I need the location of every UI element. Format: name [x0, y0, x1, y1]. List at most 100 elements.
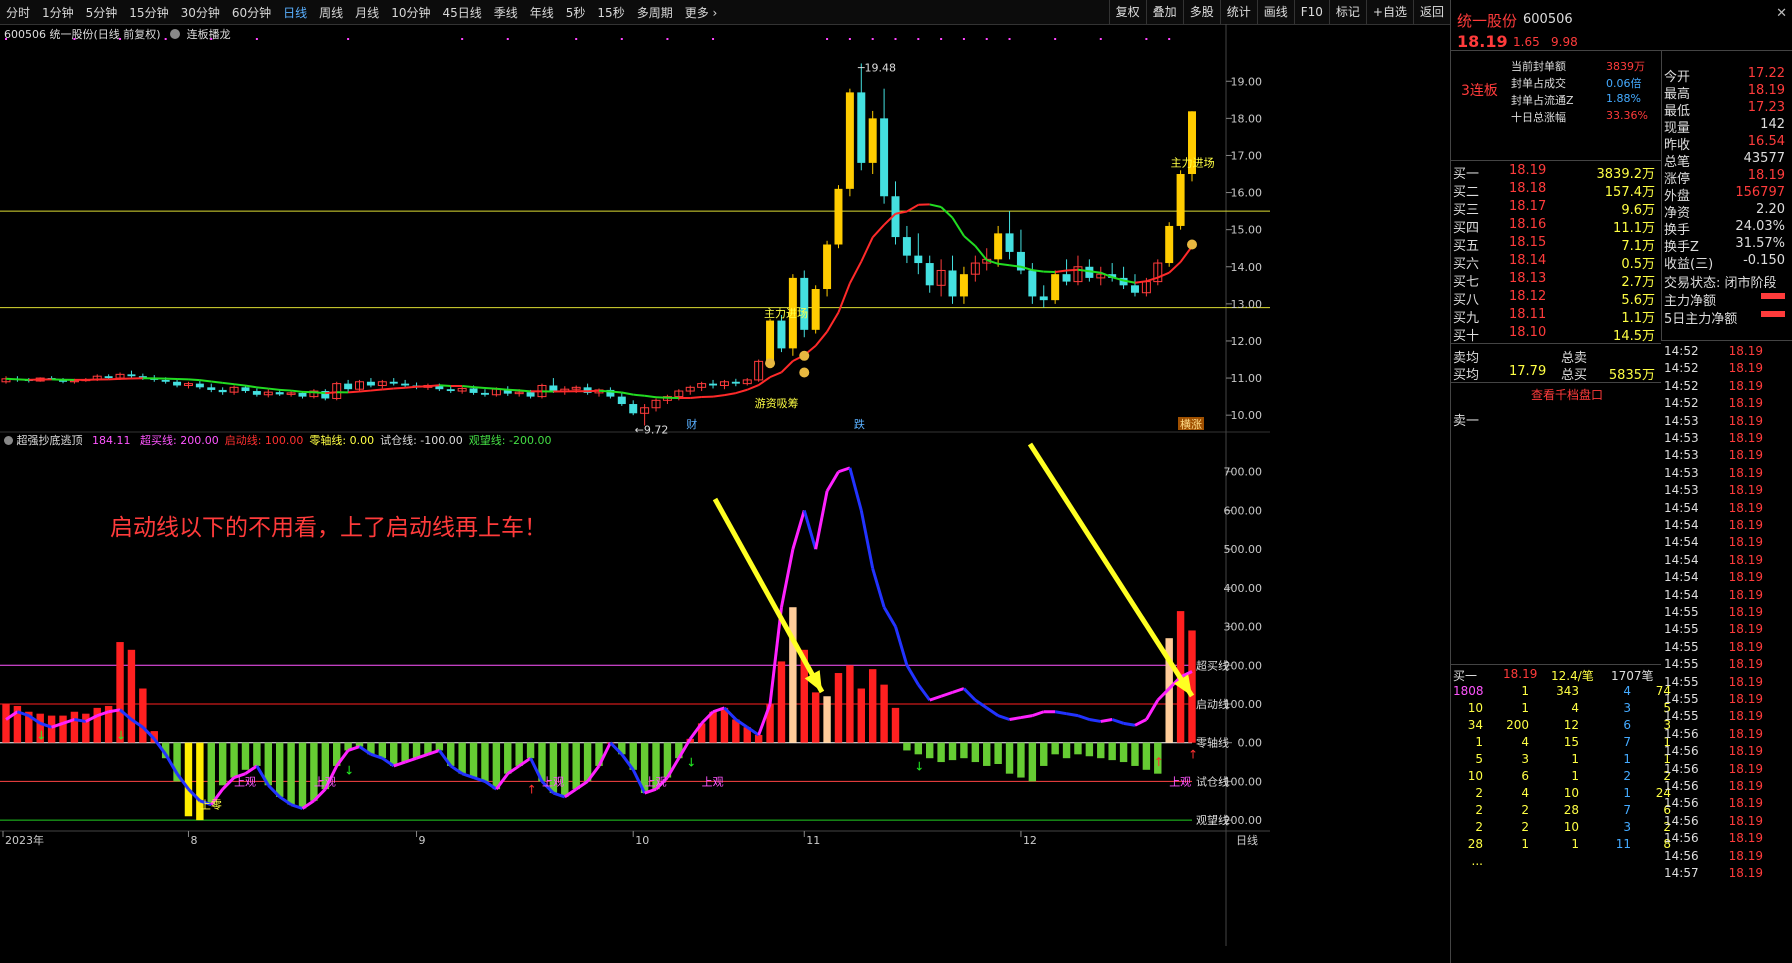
indicator-bar — [1131, 742, 1139, 766]
period-tab-7[interactable]: 周线 — [313, 4, 349, 21]
period-tab-10[interactable]: 45日线 — [436, 4, 487, 21]
queue-cell: 1 — [1623, 786, 1631, 800]
indicator-bar — [983, 742, 991, 766]
bid-price: 18.14 — [1509, 253, 1547, 268]
toolbar-action-1[interactable]: 叠加 — [1145, 0, 1183, 24]
signal-dot — [871, 38, 874, 40]
signal-dot — [940, 38, 943, 40]
signal-dot — [73, 38, 76, 40]
ma-segment — [1055, 269, 1067, 273]
indicator-line-segment — [1100, 718, 1113, 723]
candle-body — [948, 270, 957, 297]
seal-info-label: 封单占成交 — [1511, 77, 1566, 90]
tick-price: 18.19 — [1728, 535, 1763, 550]
indicator-tick-label: 300.00 — [1224, 621, 1263, 634]
ma-segment — [496, 387, 508, 391]
indicator-ref-label: 零轴线 — [1196, 736, 1229, 750]
money-bag-icon — [799, 367, 810, 378]
toolbar-action-4[interactable]: 画线 — [1256, 0, 1294, 24]
signal-dot — [5, 38, 7, 40]
main-chart[interactable]: 19.00 18.00 17.00 16.00 15.00 14.00 13.00 12.00… — [0, 24, 1270, 946]
queue-cell: 10 — [1467, 701, 1483, 715]
period-tab-6[interactable]: 日线 — [277, 4, 313, 21]
divider — [1661, 340, 1792, 341]
candle-body — [218, 389, 227, 393]
stat-value: 18.19 — [1747, 168, 1785, 183]
period-tab-9[interactable]: 10分钟 — [385, 4, 436, 21]
ma-segment — [1157, 271, 1170, 279]
period-tab-11[interactable]: 季线 — [488, 4, 524, 21]
ma-segment — [439, 384, 451, 388]
toolbar-action-6[interactable]: 标记 — [1328, 0, 1366, 24]
ma-segment — [5, 377, 18, 381]
tick-price: 18.19 — [1728, 726, 1763, 741]
seal-info-value: 0.06倍 — [1606, 77, 1642, 90]
period-tab-3[interactable]: 15分钟 — [123, 4, 174, 21]
date-label: 10 — [635, 834, 649, 847]
ma-segment — [17, 378, 29, 381]
period-tab-1[interactable]: 1分钟 — [36, 4, 80, 21]
signal-dot — [575, 38, 578, 40]
indicator-toggle-icon[interactable] — [4, 436, 13, 445]
view-orders-link[interactable]: 查看千档盘口 — [1531, 386, 1603, 403]
indicator-bar — [720, 707, 729, 743]
indicator-bar — [82, 713, 90, 743]
toolbar-action-8[interactable]: 返回 — [1412, 0, 1450, 24]
stat-value: 43577 — [1743, 151, 1785, 166]
bid-volume: 0.5万 — [1621, 257, 1655, 272]
ma-segment — [290, 389, 303, 393]
period-tab-2[interactable]: 5分钟 — [80, 4, 124, 21]
signal-dot — [1099, 38, 1102, 40]
period-tab-8[interactable]: 月线 — [349, 4, 385, 21]
indicator-line-segment — [848, 467, 863, 511]
candle-body — [925, 263, 934, 286]
toolbar-action-2[interactable]: 多股 — [1182, 0, 1220, 24]
period-tab-12[interactable]: 年线 — [524, 4, 560, 21]
quote-header: 统一股份 600506 18.19 1.65 9.98 ✕ — [1451, 0, 1792, 51]
ma-segment — [416, 385, 428, 388]
period-tab-13[interactable]: 5秒 — [560, 4, 592, 21]
period-tab-16[interactable]: 更多 › — [679, 4, 724, 21]
stat-value: 16.54 — [1747, 134, 1785, 149]
signal-dot — [164, 38, 167, 40]
candle-body — [777, 320, 786, 349]
ma-segment — [758, 376, 771, 386]
bid-label: 买四 — [1453, 221, 1480, 236]
price-tick-label: 15.00 — [1231, 224, 1263, 237]
ma-segment — [814, 331, 828, 347]
indicator-line-segment — [837, 466, 851, 474]
indicator-legend-4: 观望线: -200.00 — [468, 434, 552, 447]
signal-dot — [461, 38, 464, 40]
indicator-line-segment — [871, 568, 886, 608]
indicator-line-segment — [997, 714, 1011, 721]
signal-dot — [712, 38, 715, 40]
indicator-bar-name[interactable]: 超强抄底逃顶 — [17, 434, 83, 447]
indicator-bar — [1051, 742, 1059, 755]
ma-segment — [348, 390, 360, 394]
period-tab-5[interactable]: 60分钟 — [226, 4, 277, 21]
up-arrow-icon: ↑ — [1154, 755, 1164, 769]
tick-time: 14:53 — [1664, 483, 1699, 498]
indicator-tick-label: -100.00 — [1220, 775, 1262, 788]
period-tab-4[interactable]: 30分钟 — [175, 4, 226, 21]
tick-price: 18.19 — [1728, 692, 1763, 706]
indicator-line-segment — [894, 626, 909, 666]
toolbar-action-3[interactable]: 统计 — [1219, 0, 1257, 24]
signal-label: 上观 — [702, 775, 724, 788]
period-tab-15[interactable]: 多周期 — [631, 4, 679, 21]
ma-segment — [633, 393, 645, 397]
indicator-bar — [868, 669, 877, 743]
ma-segment — [519, 389, 531, 393]
period-tab-14[interactable]: 15秒 — [591, 4, 630, 21]
close-icon[interactable]: ✕ — [1776, 6, 1787, 21]
toolbar-action-5[interactable]: F10 — [1293, 0, 1329, 24]
toolbar-action-0[interactable]: 复权 — [1108, 0, 1146, 24]
indicator-line-segment — [1054, 710, 1067, 716]
price-tick-label: 19.00 — [1231, 75, 1263, 88]
indicator-bar — [1142, 742, 1151, 770]
period-tab-0[interactable]: 分时 — [0, 4, 36, 21]
toolbar-action-7[interactable]: +自选 — [1365, 0, 1413, 24]
queue-cell: 1 — [1521, 684, 1529, 698]
seal-info-value: 33.36% — [1606, 109, 1648, 122]
indicator-line-segment — [1066, 712, 1079, 718]
